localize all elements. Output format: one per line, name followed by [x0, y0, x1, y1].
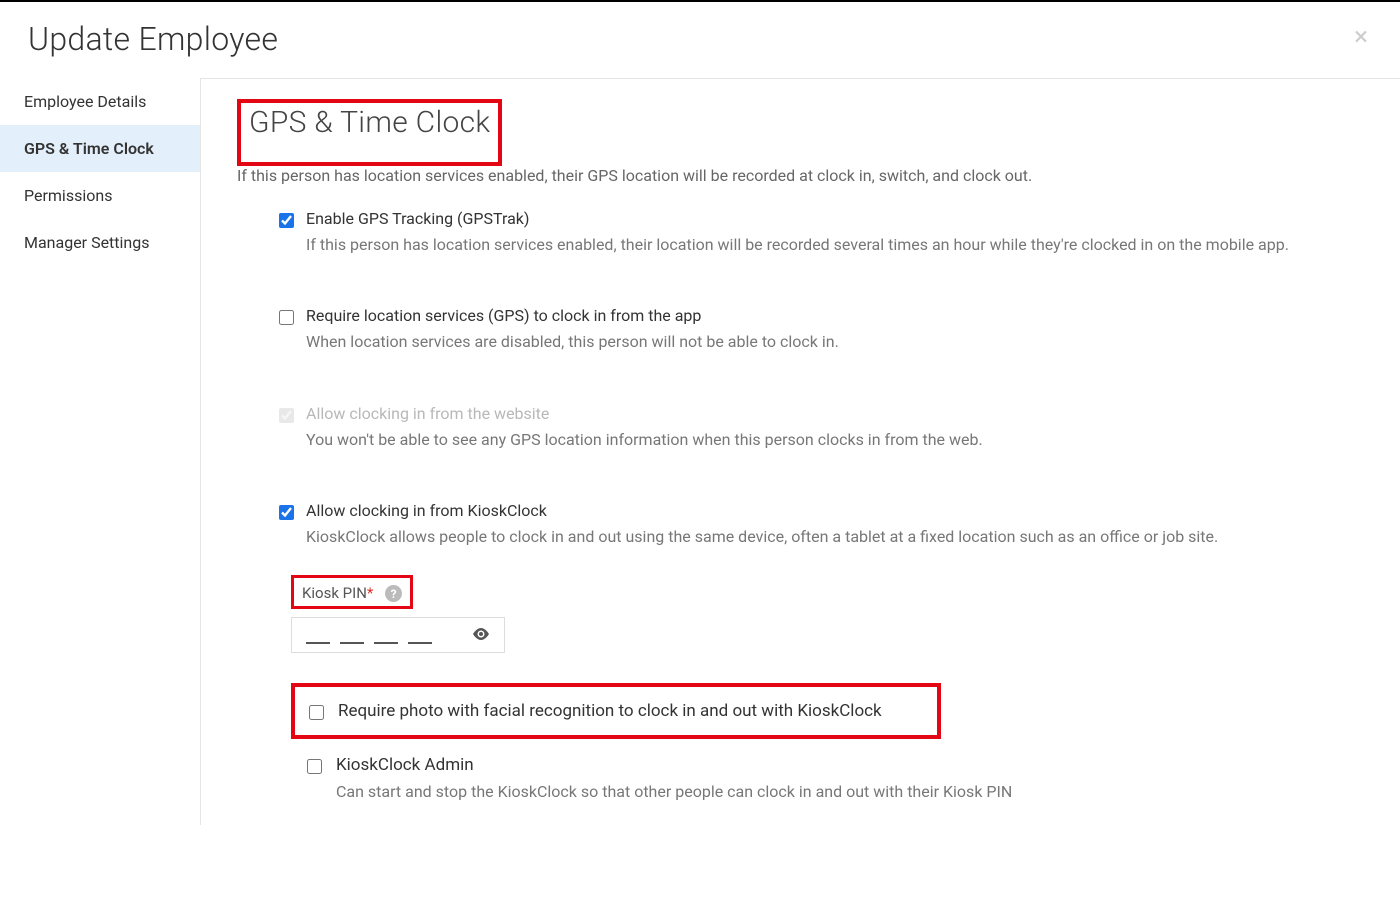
sidebar-item-manager-settings[interactable]: Manager Settings — [0, 219, 200, 266]
pin-digit-4 — [408, 626, 432, 644]
option-allow-kiosk: Allow clocking in from KioskClock KioskC… — [279, 501, 1368, 805]
content-pane: GPS & Time Clock If this person has loca… — [200, 78, 1400, 825]
checkbox-gps-tracking[interactable] — [279, 213, 294, 228]
sidebar-item-gps-time-clock[interactable]: GPS & Time Clock — [0, 125, 200, 172]
checkbox-require-photo[interactable] — [309, 705, 324, 720]
label-kiosk-pin: Kiosk PIN — [302, 584, 367, 602]
label-require-gps: Require location services (GPS) to clock… — [306, 306, 1368, 325]
desc-gps-tracking: If this person has location services ena… — [306, 232, 1368, 258]
modal-title: Update Employee — [28, 20, 278, 58]
checkbox-allow-kiosk[interactable] — [279, 505, 294, 520]
desc-require-gps: When location services are disabled, thi… — [306, 329, 1368, 355]
modal-body: Employee Details GPS & Time Clock Permis… — [0, 78, 1400, 825]
checkbox-allow-website — [279, 408, 294, 423]
section-title: GPS & Time Clock — [249, 105, 490, 140]
kiosk-pin-input[interactable] — [291, 617, 505, 653]
option-allow-website: Allow clocking in from the website You w… — [279, 404, 1368, 453]
highlight-require-photo: Require photo with facial recognition to… — [291, 683, 941, 739]
pin-digit-2 — [340, 626, 364, 644]
desc-allow-website: You won't be able to see any GPS locatio… — [306, 427, 1368, 453]
label-allow-kiosk: Allow clocking in from KioskClock — [306, 501, 1368, 520]
desc-kiosk-admin: Can start and stop the KioskClock so tha… — [336, 779, 1368, 805]
pin-slots — [306, 626, 432, 644]
label-require-photo: Require photo with facial recognition to… — [338, 701, 921, 721]
close-icon[interactable]: × — [1350, 20, 1372, 54]
checkbox-kiosk-admin[interactable] — [307, 759, 322, 774]
help-icon[interactable]: ? — [385, 585, 402, 602]
highlight-section-title: GPS & Time Clock — [237, 99, 502, 166]
sidebar: Employee Details GPS & Time Clock Permis… — [0, 78, 200, 825]
label-kiosk-admin: KioskClock Admin — [336, 755, 1368, 775]
option-require-gps: Require location services (GPS) to clock… — [279, 306, 1368, 355]
highlight-kiosk-pin: Kiosk PIN* ? — [291, 575, 413, 610]
required-indicator: * — [367, 584, 373, 602]
sidebar-item-employee-details[interactable]: Employee Details — [0, 78, 200, 125]
pin-digit-3 — [374, 626, 398, 644]
label-allow-website: Allow clocking in from the website — [306, 404, 1368, 423]
modal-header: Update Employee × — [0, 2, 1400, 78]
desc-allow-kiosk: KioskClock allows people to clock in and… — [306, 524, 1368, 550]
sidebar-item-permissions[interactable]: Permissions — [0, 172, 200, 219]
label-gps-tracking: Enable GPS Tracking (GPSTrak) — [306, 209, 1368, 228]
eye-icon[interactable] — [472, 626, 490, 644]
option-gps-tracking: Enable GPS Tracking (GPSTrak) If this pe… — [279, 209, 1368, 258]
section-description: If this person has location services ena… — [237, 166, 1368, 185]
checkbox-require-gps[interactable] — [279, 310, 294, 325]
pin-digit-1 — [306, 626, 330, 644]
